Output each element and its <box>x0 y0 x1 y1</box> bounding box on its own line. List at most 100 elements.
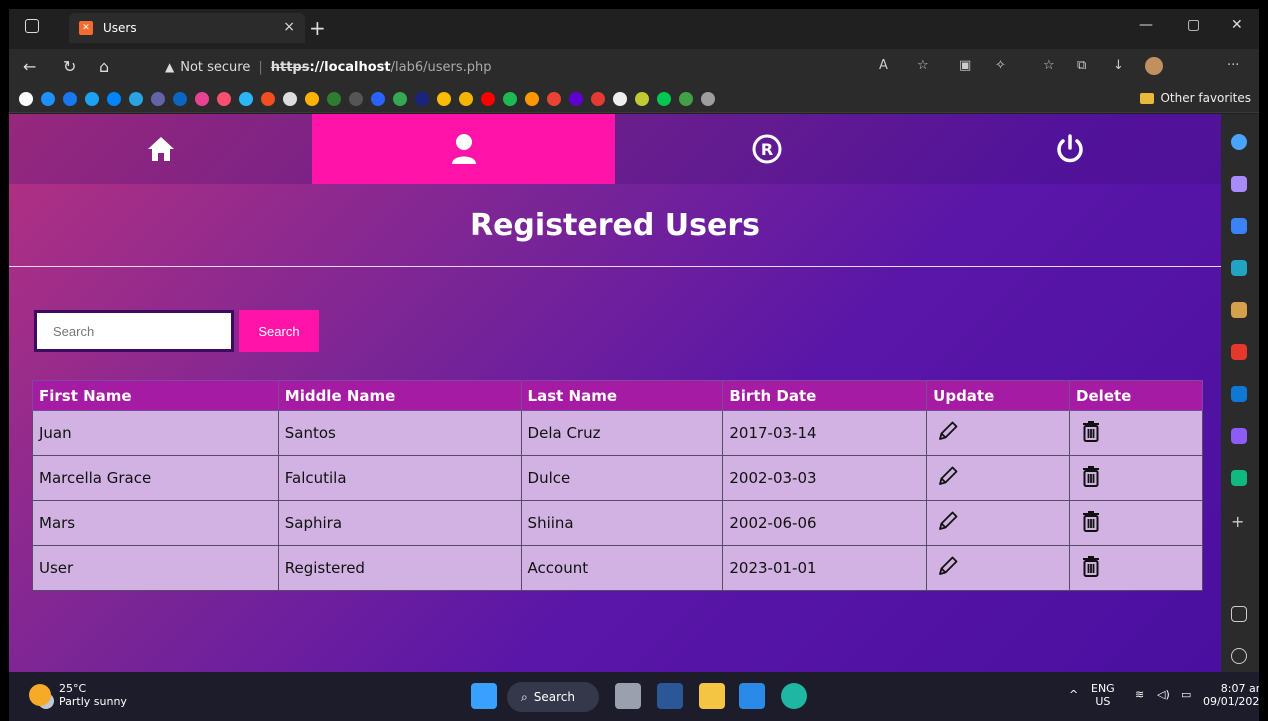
games-icon[interactable] <box>1231 302 1247 318</box>
coursera-fav-icon[interactable] <box>371 92 385 106</box>
edit-pencil-icon[interactable] <box>937 420 959 442</box>
drive-fav-icon[interactable] <box>437 92 451 106</box>
cell-last-name: Dulce <box>520 455 724 501</box>
twitter-fav-icon[interactable] <box>85 92 99 106</box>
google-fav-icon-2[interactable] <box>393 92 407 106</box>
extensions-puzzle-icon[interactable]: ✧ <box>995 58 1006 73</box>
extension-icon[interactable]: ▣ <box>959 58 971 73</box>
new-tab-button[interactable]: + <box>309 16 326 40</box>
fav-icon-29[interactable] <box>635 92 649 106</box>
trash-icon[interactable] <box>1080 420 1102 442</box>
hide-sidebar-icon[interactable] <box>1231 606 1247 622</box>
youtube-fav-icon[interactable] <box>481 92 495 106</box>
close-window-icon[interactable]: ✕ <box>1231 17 1243 33</box>
minimize-icon[interactable]: — <box>1139 17 1153 33</box>
favorite-star-icon[interactable]: ☆ <box>917 58 929 73</box>
fav-icon-24[interactable] <box>525 92 539 106</box>
trash-icon[interactable] <box>1080 465 1102 487</box>
outlook-icon[interactable] <box>1231 386 1247 402</box>
facebook-fav-icon[interactable] <box>63 92 77 106</box>
task-view-icon[interactable] <box>615 683 641 709</box>
collections-icon[interactable]: ⧉ <box>1077 58 1086 73</box>
address-bar[interactable]: ▲ Not secure | https://localhost/lab6/us… <box>159 55 897 79</box>
yahoo-fav-icon[interactable] <box>569 92 583 106</box>
url-separator: | <box>258 59 263 75</box>
trash-icon[interactable] <box>1080 555 1102 577</box>
fav-icon-31[interactable] <box>679 92 693 106</box>
more-menu-icon[interactable]: ··· <box>1227 58 1239 73</box>
other-favorites-folder[interactable]: Other favorites <box>1140 91 1251 105</box>
downloads-icon[interactable]: ↓ <box>1113 58 1124 73</box>
discover-icon[interactable] <box>1231 176 1247 192</box>
fav-icon-27[interactable] <box>591 92 605 106</box>
nav-users[interactable] <box>312 114 615 184</box>
shopping-tag-icon[interactable] <box>1231 218 1247 234</box>
edit-pencil-icon[interactable] <box>937 465 959 487</box>
office-icon[interactable] <box>1231 344 1247 360</box>
search-button[interactable]: Search <box>239 310 319 352</box>
tab-close-icon[interactable]: × <box>283 19 295 35</box>
restore-icon[interactable]: ▢ <box>1187 17 1200 33</box>
nav-home[interactable] <box>9 114 312 184</box>
workspaces-icon[interactable] <box>25 19 39 33</box>
wifi-icon[interactable]: ≋ <box>1135 688 1144 701</box>
edge-icon[interactable] <box>781 683 807 709</box>
vscode-icon[interactable] <box>739 683 765 709</box>
fav-icon-11[interactable] <box>239 92 253 106</box>
linkedin-fav-icon[interactable] <box>173 92 187 106</box>
google-fav-icon[interactable] <box>19 92 33 106</box>
nav-register[interactable]: R <box>615 114 918 184</box>
fav-icon-19[interactable] <box>415 92 429 106</box>
tree-icon[interactable] <box>1231 470 1247 486</box>
teams-fav-icon[interactable] <box>151 92 165 106</box>
home-browser-icon[interactable]: ⌂ <box>99 57 109 76</box>
figma-fav-icon[interactable] <box>261 92 275 106</box>
designer-icon[interactable] <box>1231 428 1247 444</box>
file-explorer-icon[interactable] <box>699 683 725 709</box>
cell-delete <box>1069 545 1203 591</box>
favorites-icon[interactable]: ☆ <box>1043 58 1055 73</box>
telegram-fav-icon[interactable] <box>129 92 143 106</box>
profile-avatar[interactable] <box>1145 57 1163 75</box>
gmail-fav-icon[interactable] <box>547 92 561 106</box>
col-first-name: First Name <box>32 380 279 411</box>
fav-icon-10[interactable] <box>217 92 231 106</box>
read-aloud-icon[interactable]: A <box>879 58 888 73</box>
nav-logout[interactable] <box>918 114 1221 184</box>
keep-fav-icon[interactable] <box>459 92 473 106</box>
add-sidebar-icon[interactable]: + <box>1231 512 1247 531</box>
tools-icon[interactable] <box>1231 260 1247 276</box>
github-fav-icon[interactable] <box>283 92 297 106</box>
start-windows-icon[interactable] <box>471 683 497 709</box>
cell-middle-name: Santos <box>277 410 522 456</box>
fav-icon-9[interactable] <box>195 92 209 106</box>
taskbar-search[interactable]: ⌕ Search <box>507 682 599 712</box>
cell-birth-date: 2002-03-03 <box>722 455 928 501</box>
messenger-fav-icon[interactable] <box>107 92 121 106</box>
edx-fav-icon[interactable] <box>349 92 363 106</box>
fav-icon-30[interactable] <box>657 92 671 106</box>
edit-pencil-icon[interactable] <box>937 510 959 532</box>
refresh-icon[interactable]: ↻ <box>63 57 76 76</box>
trash-icon[interactable] <box>1080 510 1102 532</box>
weather-widget[interactable]: 25°C Partly sunny <box>29 682 127 708</box>
back-icon[interactable]: ← <box>23 57 36 76</box>
edit-pencil-icon[interactable] <box>937 555 959 577</box>
language-indicator[interactable]: ENG US <box>1091 682 1115 708</box>
battery-icon[interactable]: ▭ <box>1181 688 1191 701</box>
search-sidebar-icon[interactable] <box>1231 134 1247 150</box>
fav-icon-2[interactable] <box>41 92 55 106</box>
fav-icon-23[interactable] <box>503 92 517 106</box>
time: 8:07 am <box>1220 682 1259 695</box>
fav-icon-14[interactable] <box>305 92 319 106</box>
settings-gear-icon[interactable] <box>1231 648 1247 664</box>
search-input[interactable] <box>34 310 234 352</box>
chevron-up-icon[interactable]: ^ <box>1069 688 1078 701</box>
clock[interactable]: 8:07 am 09/01/2023 <box>1203 682 1259 708</box>
word-icon[interactable] <box>657 683 683 709</box>
tab-users[interactable]: ✕ Users × <box>69 13 305 43</box>
fav-icon-15[interactable] <box>327 92 341 106</box>
volume-icon[interactable]: ◁) <box>1157 688 1170 701</box>
page-fav-icon[interactable] <box>613 92 627 106</box>
fav-icon-32[interactable] <box>701 92 715 106</box>
